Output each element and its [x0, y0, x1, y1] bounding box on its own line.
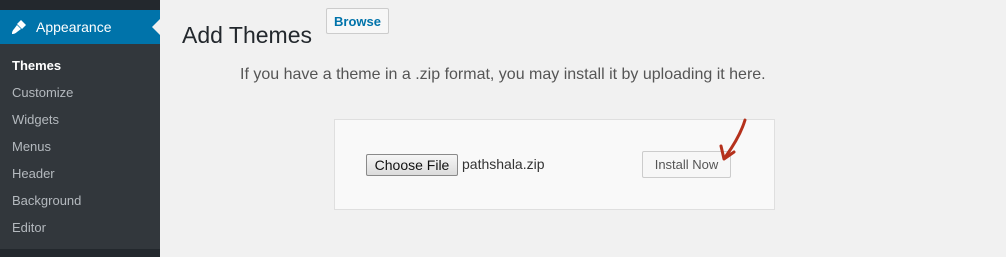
choose-file-button[interactable]: Choose File	[366, 154, 458, 176]
paintbrush-icon	[10, 18, 28, 36]
sidebar-item-themes[interactable]: Themes	[12, 58, 61, 73]
sidebar-item-header[interactable]: Header	[12, 166, 55, 181]
sidebar-menu-label: Appearance	[36, 19, 112, 35]
upload-help-text: If you have a theme in a .zip format, yo…	[240, 66, 766, 83]
sidebar-item-menus[interactable]: Menus	[12, 139, 51, 154]
sidebar-item-widgets[interactable]: Widgets	[12, 112, 59, 127]
sidebar-menu-appearance[interactable]: Appearance	[0, 10, 160, 44]
sidebar-item-customize[interactable]: Customize	[12, 85, 73, 100]
admin-sidebar: Appearance Themes Customize Widgets Menu…	[0, 0, 160, 257]
sidebar-item-editor[interactable]: Editor	[12, 220, 46, 235]
sidebar-item-background[interactable]: Background	[12, 193, 81, 208]
annotation-arrow-icon	[719, 118, 747, 161]
selected-file-name: pathshala.zip	[462, 156, 545, 172]
active-menu-pointer	[152, 19, 160, 35]
appearance-submenu: Themes Customize Widgets Menus Header Ba…	[0, 44, 160, 249]
page-title: Add Themes	[182, 22, 312, 49]
browse-button[interactable]: Browse	[326, 8, 389, 34]
